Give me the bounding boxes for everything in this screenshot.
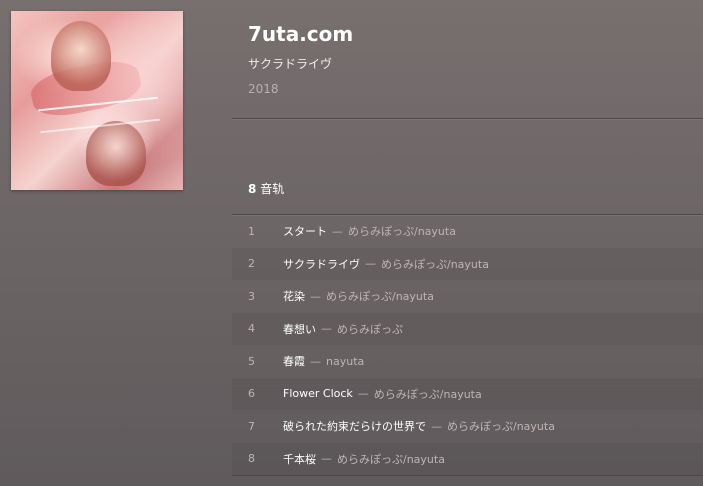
track-name: 破られた約束だらけの世界で (283, 420, 426, 434)
track-separator: — (365, 257, 376, 271)
track-artist: めらみぽっぷ/nayuta (337, 452, 445, 466)
track-number: 7 (248, 419, 255, 433)
track-separator: — (332, 224, 343, 238)
track-count: 8 音轨 (248, 180, 284, 197)
track-separator: — (310, 289, 321, 303)
track-separator: — (321, 322, 332, 336)
track-artist: nayuta (326, 354, 365, 368)
track-artist: めらみぽっぷ/nayuta (373, 387, 482, 401)
track-name: 花染 (283, 290, 305, 304)
album-name: サクラドライヴ (248, 57, 333, 71)
track-number: 2 (248, 257, 255, 271)
track-name: 千本桜 (283, 452, 316, 466)
track-number: 5 (248, 354, 255, 368)
track-name: スタート (283, 225, 327, 239)
track-number: 3 (248, 289, 255, 303)
cover-art-figure (51, 21, 111, 91)
divider (232, 475, 703, 476)
track-row[interactable]: 1 スタート — めらみぽっぷ/nayuta (232, 215, 703, 248)
track-artist: めらみぽっぷ/nayuta (326, 290, 434, 304)
divider (232, 118, 703, 119)
track-number: 6 (248, 387, 255, 401)
track-name: 春想い (283, 322, 316, 336)
track-name: 春霞 (283, 355, 305, 369)
track-count-number: 8 (248, 182, 257, 196)
track-number: 1 (248, 224, 255, 238)
track-row[interactable]: 3 花染 — めらみぽっぷ/nayuta (232, 280, 703, 313)
track-name: Flower Clock (283, 387, 353, 401)
track-separator: — (431, 419, 442, 433)
track-separator: — (357, 387, 369, 401)
track-list: 1 スタート — めらみぽっぷ/nayuta 2 サクラドライヴ — めらみぽっ… (232, 215, 703, 475)
track-row[interactable]: 2 サクラドライヴ — めらみぽっぷ/nayuta (232, 247, 703, 280)
track-count-label: 音轨 (260, 182, 285, 196)
album-cover[interactable] (11, 11, 183, 190)
track-row[interactable]: 6 Flower Clock — めらみぽっぷ/nayuta (232, 377, 703, 410)
track-name: サクラドライヴ (283, 257, 360, 271)
track-separator: — (310, 354, 321, 368)
track-artist: めらみぽっぷ/nayuta (348, 225, 456, 239)
track-artist: めらみぽっぷ/nayuta (381, 257, 489, 271)
track-artist: めらみぽっぷ (337, 322, 403, 336)
cover-art-figure (86, 121, 146, 186)
track-row[interactable]: 8 千本桜 — めらみぽっぷ/nayuta (232, 442, 703, 475)
track-separator: — (321, 452, 332, 466)
track-number: 8 (248, 452, 255, 466)
track-row[interactable]: 4 春想い — めらみぽっぷ (232, 312, 703, 345)
album-year: 2018 (248, 82, 279, 96)
track-artist: めらみぽっぷ/nayuta (447, 420, 555, 434)
album-title: 7uta.com (248, 22, 354, 46)
track-row[interactable]: 5 春霞 — nayuta (232, 345, 703, 378)
track-number: 4 (248, 322, 255, 336)
track-row[interactable]: 7 破られた約束だらけの世界で — めらみぽっぷ/nayuta (232, 410, 703, 443)
